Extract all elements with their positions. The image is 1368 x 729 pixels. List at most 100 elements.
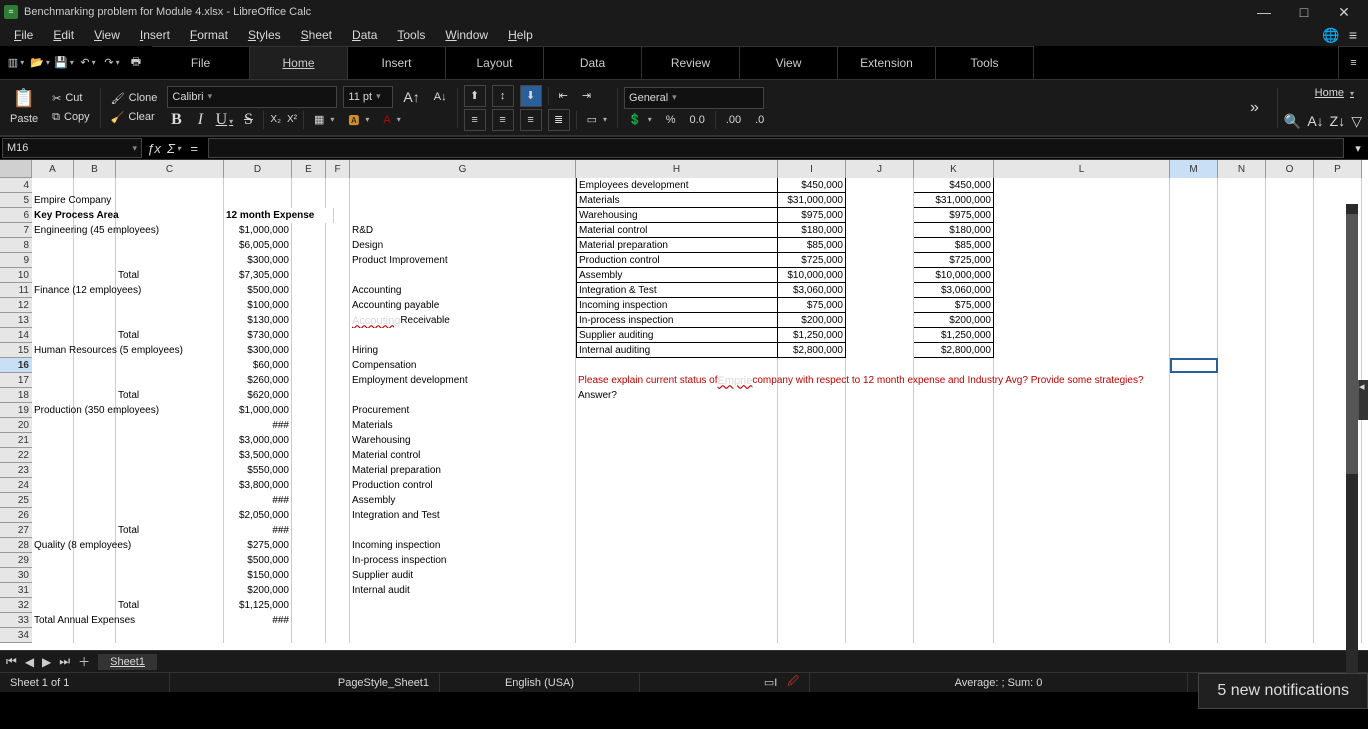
cell-E26[interactable]: [292, 508, 326, 523]
print-icon[interactable]: 🖶: [126, 53, 146, 73]
cell-E7[interactable]: [292, 223, 326, 238]
cell-A8[interactable]: [32, 238, 74, 253]
cell-C30[interactable]: [116, 568, 224, 583]
cell-M11[interactable]: [1170, 283, 1218, 298]
menu-sheet[interactable]: Sheet: [291, 26, 342, 44]
cell-F21[interactable]: [326, 433, 350, 448]
cell-G14[interactable]: [350, 328, 576, 343]
status-insertmode[interactable]: ▭I 🖉: [640, 673, 810, 692]
bold-button[interactable]: B: [167, 111, 185, 129]
cell-L34[interactable]: [994, 628, 1170, 643]
cell-F25[interactable]: [326, 493, 350, 508]
cell-K7[interactable]: $180,000: [914, 223, 994, 238]
cell-L12[interactable]: [994, 298, 1170, 313]
cell-O5[interactable]: [1266, 193, 1314, 208]
col-header-P[interactable]: P: [1314, 160, 1362, 178]
cell-M4[interactable]: [1170, 178, 1218, 193]
ribbon-menu-icon[interactable]: ≡: [1338, 46, 1368, 79]
cell-H33[interactable]: [576, 613, 778, 628]
cell-H30[interactable]: [576, 568, 778, 583]
superscript-button[interactable]: X²: [287, 114, 297, 125]
font-name-combo[interactable]: Calibri▾: [167, 86, 337, 108]
cell-L32[interactable]: [994, 598, 1170, 613]
col-header-M[interactable]: M: [1170, 160, 1218, 178]
cell-L30[interactable]: [994, 568, 1170, 583]
cell-C5[interactable]: [116, 193, 224, 208]
row-header-21[interactable]: 21: [0, 433, 32, 448]
row-header-12[interactable]: 12: [0, 298, 32, 313]
cell-A25[interactable]: [32, 493, 74, 508]
cell-N12[interactable]: [1218, 298, 1266, 313]
cell-M12[interactable]: [1170, 298, 1218, 313]
cell-A30[interactable]: [32, 568, 74, 583]
row-header-4[interactable]: 4: [0, 178, 32, 193]
cell-B30[interactable]: [74, 568, 116, 583]
cell-F29[interactable]: [326, 553, 350, 568]
cell-E23[interactable]: [292, 463, 326, 478]
cell-K12[interactable]: $75,000: [914, 298, 994, 313]
cell-L8[interactable]: [994, 238, 1170, 253]
cell-G20[interactable]: Materials: [350, 418, 576, 433]
expand-formula-icon[interactable]: ▾: [1348, 138, 1368, 158]
more-icon[interactable]: »: [1238, 99, 1271, 117]
cell-L21[interactable]: [994, 433, 1170, 448]
col-header-K[interactable]: K: [914, 160, 994, 178]
cell-H19[interactable]: [576, 403, 778, 418]
column-headers[interactable]: ABCDEFGHIJKLMNOP: [32, 160, 1362, 178]
percent-icon[interactable]: %: [662, 112, 680, 128]
sheet-tab[interactable]: Sheet1: [98, 654, 157, 670]
cell-N34[interactable]: [1218, 628, 1266, 643]
cell-E32[interactable]: [292, 598, 326, 613]
cell-N9[interactable]: [1218, 253, 1266, 268]
redo-icon[interactable]: ↷▾: [102, 53, 122, 73]
cell-G22[interactable]: Material control: [350, 448, 576, 463]
cell-F32[interactable]: [326, 598, 350, 613]
cell-C9[interactable]: [116, 253, 224, 268]
row-header-5[interactable]: 5: [0, 193, 32, 208]
cell-D7[interactable]: $1,000,000: [224, 223, 292, 238]
cell-E11[interactable]: [292, 283, 326, 298]
cell-E12[interactable]: [292, 298, 326, 313]
cell-I9[interactable]: $725,000: [778, 253, 846, 268]
cell-G29[interactable]: In-process inspection: [350, 553, 576, 568]
cell-A20[interactable]: [32, 418, 74, 433]
align-left-icon[interactable]: ≡: [464, 109, 486, 131]
cell-J6[interactable]: [846, 208, 914, 223]
close-button[interactable]: ✕: [1324, 0, 1364, 24]
cell-N22[interactable]: [1218, 448, 1266, 463]
tab-extension[interactable]: Extension: [838, 46, 936, 79]
cell-B34[interactable]: [74, 628, 116, 643]
cell-H8[interactable]: Material preparation: [576, 238, 778, 253]
prev-sheet-icon[interactable]: ◀: [25, 655, 34, 669]
cell-K34[interactable]: [914, 628, 994, 643]
cell-K16[interactable]: [914, 358, 994, 373]
merge-cells-icon[interactable]: ▭▾: [583, 111, 611, 128]
cell-B17[interactable]: [74, 373, 116, 388]
cell-N4[interactable]: [1218, 178, 1266, 193]
cell-C28[interactable]: [116, 538, 224, 553]
cell-F7[interactable]: [326, 223, 350, 238]
cell-P4[interactable]: [1314, 178, 1362, 193]
cell-O21[interactable]: [1266, 433, 1314, 448]
cell-J24[interactable]: [846, 478, 914, 493]
cell-N25[interactable]: [1218, 493, 1266, 508]
cell-B23[interactable]: [74, 463, 116, 478]
cell-D8[interactable]: $6,005,000: [224, 238, 292, 253]
cell-J26[interactable]: [846, 508, 914, 523]
cell-I16[interactable]: [778, 358, 846, 373]
cell-J19[interactable]: [846, 403, 914, 418]
cell-E34[interactable]: [292, 628, 326, 643]
cell-M27[interactable]: [1170, 523, 1218, 538]
cell-J5[interactable]: [846, 193, 914, 208]
row-header-29[interactable]: 29: [0, 553, 32, 568]
cell-D29[interactable]: $500,000: [224, 553, 292, 568]
cell-H28[interactable]: [576, 538, 778, 553]
cell-G21[interactable]: Warehousing: [350, 433, 576, 448]
shrink-font-icon[interactable]: A↓: [430, 89, 451, 105]
cell-H14[interactable]: Supplier auditing: [576, 328, 778, 343]
cell-M24[interactable]: [1170, 478, 1218, 493]
row-header-32[interactable]: 32: [0, 598, 32, 613]
cell-A34[interactable]: [32, 628, 74, 643]
cell-N10[interactable]: [1218, 268, 1266, 283]
cell-L33[interactable]: [994, 613, 1170, 628]
